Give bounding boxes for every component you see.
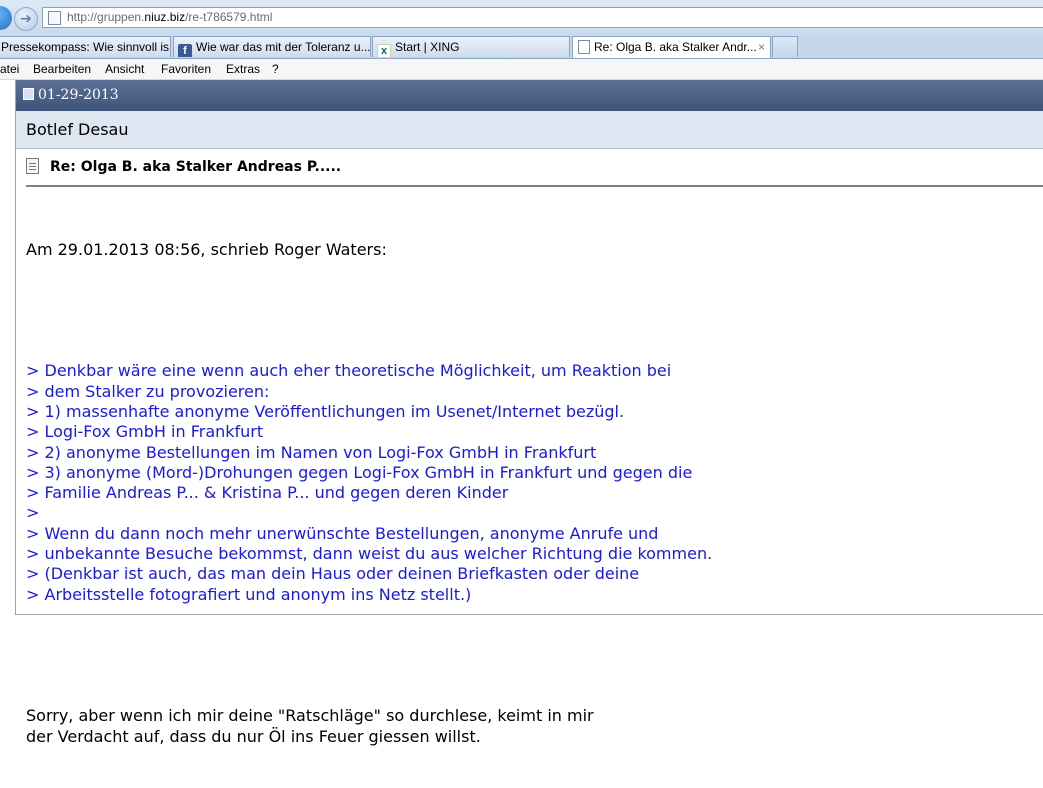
menu-help[interactable]: ? — [272, 59, 279, 79]
quote-line: > Familie Andreas P... & Kristina P... u… — [26, 483, 509, 503]
post-container: 01-29-2013 Botlef Desau Re: Olga B. aka … — [15, 80, 1043, 746]
tab-label: Re: Olga B. aka Stalker Andr... — [594, 40, 757, 54]
quote-line: > — [26, 503, 40, 523]
tab-strip: Pressekompass: Wie sinnvoll is... f Wie w… — [0, 36, 1043, 59]
url-domain: niuz.biz — [144, 10, 186, 24]
forward-button[interactable]: ➔ — [14, 7, 38, 31]
back-button[interactable] — [0, 6, 12, 30]
arrow-right-icon: ➔ — [20, 11, 32, 27]
quote-line: > Wenn du dann noch mehr unerwünschte Be… — [26, 523, 659, 543]
url-prefix: http://gruppen. — [67, 10, 145, 24]
page-icon — [578, 40, 590, 54]
post-date: 01-29-2013 — [38, 87, 119, 103]
reply-line: der Verdacht auf, dass du nur Öl ins Feu… — [26, 726, 481, 746]
divider — [26, 185, 1043, 187]
quote-line: > 3) anonyme (Mord-)Drohungen gegen Logi… — [26, 462, 693, 482]
document-icon — [26, 158, 39, 174]
tab-label: Start | XING — [395, 40, 460, 54]
quote-line: > dem Stalker zu provozieren: — [26, 381, 270, 401]
menu-ansicht[interactable]: Ansicht — [105, 59, 144, 79]
quote-line: > unbekannte Besuche bekommst, dann weis… — [26, 544, 713, 564]
page-icon — [48, 11, 61, 25]
post-body: Am 29.01.2013 08:56, schrieb Roger Water… — [26, 199, 1036, 788]
tab-active-post[interactable]: Re: Olga B. aka Stalker Andr... × — [572, 36, 771, 58]
url-suffix: /re-t786579.html — [185, 10, 273, 24]
tab-xing[interactable]: x Start | XING — [372, 36, 570, 57]
xing-icon: x — [377, 44, 391, 57]
new-tab-button[interactable] — [772, 36, 798, 57]
quote-line: > Denkbar wäre eine wenn auch eher theor… — [26, 361, 672, 381]
quote-line: > Arbeitsstelle fotografiert und anonym … — [26, 584, 472, 604]
quote-line: > (Denkbar ist auch, das man dein Haus o… — [26, 564, 640, 584]
post-author: Botlef Desau — [16, 111, 1043, 149]
quote-block: > Denkbar wäre eine wenn auch eher theor… — [26, 361, 1036, 605]
reply-block: Sorry, aber wenn ich mir deine "Ratschlä… — [26, 706, 1036, 747]
post-date-bar: 01-29-2013 — [16, 80, 1043, 111]
menu-bar: atei Bearbeiten Ansicht Favoriten Extras… — [0, 59, 1043, 80]
tab-pressekompass[interactable]: Pressekompass: Wie sinnvoll is... — [0, 36, 171, 57]
address-bar: ➔ http://gruppen.niuz.biz/re-t786579.htm… — [0, 0, 1043, 36]
menu-extras[interactable]: Extras — [226, 59, 260, 79]
url-input[interactable]: http://gruppen.niuz.biz/re-t786579.html — [42, 7, 1043, 28]
menu-bearbeiten[interactable]: Bearbeiten — [33, 59, 91, 79]
reply-line: Sorry, aber wenn ich mir deine "Ratschlä… — [26, 706, 594, 726]
tab-label: Pressekompass: Wie sinnvoll is... — [1, 40, 171, 54]
tab-label: Wie war das mit der Toleranz u... — [196, 40, 371, 54]
post-title-row: Re: Olga B. aka Stalker Andreas P..... — [26, 150, 1043, 184]
tab-facebook[interactable]: f Wie war das mit der Toleranz u... — [173, 36, 371, 57]
post-icon — [23, 88, 34, 100]
quote-line: > Logi-Fox GmbH in Frankfurt — [26, 422, 264, 442]
quote-line: > 1) massenhafte anonyme Veröffentlichun… — [26, 401, 625, 421]
facebook-icon: f — [178, 44, 192, 57]
post-title: Re: Olga B. aka Stalker Andreas P..... — [50, 159, 342, 175]
quote-line: > 2) anonyme Bestellungen im Namen von L… — [26, 442, 597, 462]
menu-favoriten[interactable]: Favoriten — [161, 59, 211, 79]
post-intro: Am 29.01.2013 08:56, schrieb Roger Water… — [26, 239, 387, 259]
menu-datei[interactable]: atei — [0, 59, 19, 79]
close-icon[interactable]: × — [758, 37, 765, 57]
